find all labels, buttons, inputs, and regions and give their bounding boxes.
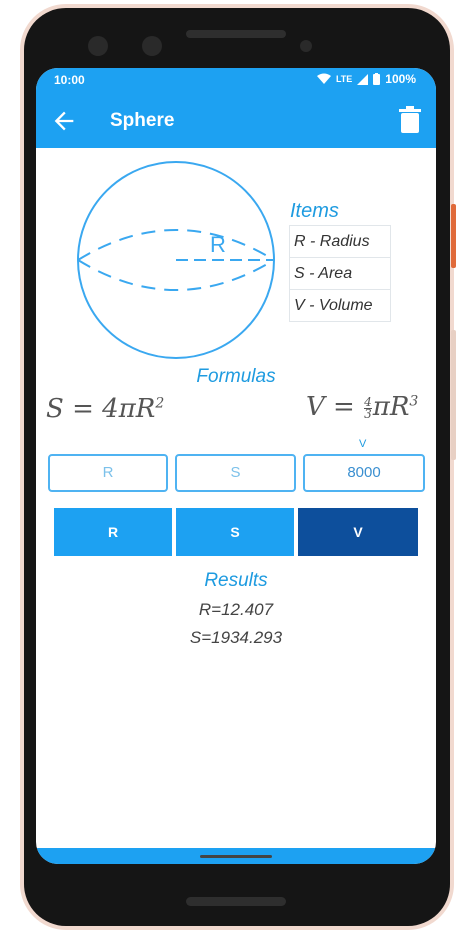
table-row: V - Volume bbox=[289, 289, 391, 322]
home-indicator[interactable] bbox=[200, 855, 272, 858]
status-time: 10:00 bbox=[54, 73, 85, 87]
front-camera-icon bbox=[88, 36, 108, 56]
area-button[interactable]: S bbox=[176, 508, 294, 556]
earpiece-speaker bbox=[186, 30, 286, 38]
fraction-denominator: 3 bbox=[364, 406, 372, 421]
item-volume: V - Volume bbox=[289, 289, 391, 322]
app-bar: Sphere bbox=[36, 94, 436, 148]
results-title: Results bbox=[204, 570, 268, 591]
volume-input-label: V bbox=[359, 438, 367, 450]
content-area: R Items R - Radius S - Area V - Volume F… bbox=[36, 148, 436, 848]
result-area: S=1934.293 bbox=[189, 628, 283, 647]
proximity-sensor bbox=[300, 40, 312, 52]
sphere-diagram: R bbox=[77, 161, 275, 359]
area-formula-lhs: S bbox=[46, 394, 64, 424]
area-input[interactable]: S bbox=[175, 454, 296, 492]
result-radius: R=12.407 bbox=[198, 600, 274, 619]
volume-input[interactable]: 8000 bbox=[303, 454, 425, 492]
front-camera-icon bbox=[142, 36, 162, 56]
status-bar: 10:00 LTE 100% bbox=[36, 68, 436, 94]
volume-fraction: 4 3 bbox=[364, 396, 372, 421]
area-formula-body: = 4πR bbox=[72, 394, 156, 424]
status-icons: LTE 100% bbox=[316, 72, 416, 86]
radius-input[interactable]: R bbox=[48, 454, 168, 492]
radius-button[interactable]: R bbox=[54, 508, 172, 556]
table-row: S - Area bbox=[289, 257, 391, 290]
network-type: LTE bbox=[335, 74, 353, 84]
item-radius: R - Radius bbox=[289, 225, 391, 258]
wifi-icon bbox=[316, 73, 331, 84]
signal-icon bbox=[357, 73, 369, 85]
arrow-left-icon[interactable] bbox=[50, 107, 78, 135]
area-formula: S = 4πR2 bbox=[46, 394, 164, 424]
radius-label: R bbox=[210, 232, 226, 257]
formulas-title: Formulas bbox=[196, 366, 276, 387]
volume-formula-body: πR bbox=[372, 392, 410, 422]
item-area: S - Area bbox=[289, 257, 391, 290]
items-title: Items bbox=[290, 200, 339, 222]
volume-formula-exp: 3 bbox=[409, 393, 419, 410]
bottom-speaker bbox=[186, 897, 286, 906]
volume-formula: V = 4 3 πR3 bbox=[306, 392, 418, 422]
battery-icon bbox=[373, 73, 381, 85]
page-title: Sphere bbox=[110, 110, 175, 131]
volume-button-selected[interactable]: V bbox=[298, 508, 418, 556]
power-button bbox=[451, 204, 456, 268]
trash-icon[interactable] bbox=[398, 106, 422, 134]
items-table: R - Radius S - Area V - Volume bbox=[289, 225, 391, 322]
volume-formula-eq: = bbox=[333, 392, 355, 422]
volume-formula-lhs: V bbox=[306, 392, 325, 422]
table-row: R - Radius bbox=[289, 225, 391, 258]
battery-percent: 100% bbox=[385, 72, 416, 86]
phone-screen: 10:00 LTE 100% Sphere R Items R - Radius… bbox=[36, 68, 436, 864]
area-formula-exp: 2 bbox=[155, 395, 165, 412]
volume-button bbox=[451, 330, 456, 460]
